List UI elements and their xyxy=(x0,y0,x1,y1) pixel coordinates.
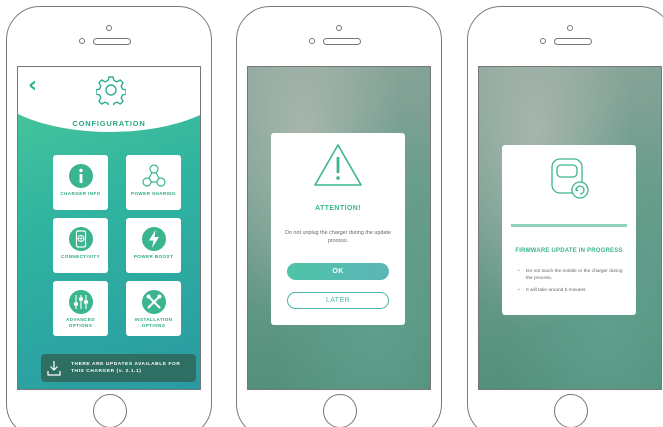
lightning-icon xyxy=(142,227,166,251)
update-banner[interactable]: THERE ARE UPDATES AVAILABLE FOR THIS CHA… xyxy=(41,354,196,382)
page-title: CONFIGURATION xyxy=(72,119,146,128)
tile-installation-options[interactable]: INSTALLATION OPTIONS xyxy=(126,281,181,336)
tile-label: ADVANCED OPTIONS xyxy=(66,317,95,328)
warning-icon xyxy=(314,144,362,186)
tile-label: POWER SHARING xyxy=(130,191,176,196)
chevron-left-icon[interactable]: ‹ xyxy=(28,73,37,98)
bullet-icon: • xyxy=(518,269,520,274)
configuration-screen: ‹ CONFIGURATION CHARGER INFO POWER SHARI… xyxy=(17,66,201,390)
update-banner-text: THERE ARE UPDATES AVAILABLE FOR THIS CHA… xyxy=(71,361,180,375)
phone-firmware: FIRMWARE UPDATE IN PROGRESS • Do not touc… xyxy=(467,6,663,427)
dialog-title: ATTENTION! xyxy=(315,205,361,212)
tile-charger-info[interactable]: CHARGER INFO xyxy=(53,155,108,210)
charger-icon xyxy=(551,158,589,199)
tile-label: POWER BOOST xyxy=(133,254,174,259)
progress-bar xyxy=(511,224,627,227)
phone-attention: ATTENTION! Do not unplug the charger dur… xyxy=(236,6,442,427)
list-item: • It will take around 5 minutes xyxy=(518,287,624,294)
note-text: Do not touch the mobile or the charger d… xyxy=(526,269,623,281)
later-button[interactable]: LATER xyxy=(287,292,389,309)
list-item: • Do not touch the mobile or the charger … xyxy=(518,268,624,282)
power-sharing-icon xyxy=(142,164,166,187)
home-button[interactable] xyxy=(93,394,127,427)
camera-icon xyxy=(567,25,573,31)
camera-icon xyxy=(336,25,342,31)
phone-globe-icon xyxy=(69,227,93,251)
ok-button[interactable]: OK xyxy=(287,263,389,280)
tile-label: INSTALLATION OPTIONS xyxy=(134,317,173,328)
dialog-title: FIRMWARE UPDATE IN PROGRESS xyxy=(515,248,623,254)
update-banner-line1: THERE ARE UPDATES AVAILABLE FOR xyxy=(71,362,181,367)
attention-screen: ATTENTION! Do not unplug the charger dur… xyxy=(247,66,431,390)
home-button[interactable] xyxy=(554,394,588,427)
tile-connectivity[interactable]: CONNECTIVITY xyxy=(53,218,108,273)
progress-fill xyxy=(511,224,627,227)
update-banner-line2: THIS CHARGER (v. 2.1.1) xyxy=(71,369,142,374)
info-icon xyxy=(69,164,93,188)
home-button[interactable] xyxy=(323,394,357,427)
speaker-grille xyxy=(93,38,131,45)
phone-configuration: ‹ CONFIGURATION CHARGER INFO POWER SHARI… xyxy=(6,6,212,427)
sliders-icon xyxy=(69,290,93,314)
camera-icon xyxy=(106,25,112,31)
attention-dialog: ATTENTION! Do not unplug the charger dur… xyxy=(271,133,405,325)
tile-label: CONNECTIVITY xyxy=(61,254,100,259)
front-sensor-icon xyxy=(79,38,85,44)
speaker-grille xyxy=(554,38,592,45)
bullet-icon: • xyxy=(518,288,520,293)
firmware-screen: FIRMWARE UPDATE IN PROGRESS • Do not touc… xyxy=(478,66,662,390)
notes-list: • Do not touch the mobile or the charger … xyxy=(518,268,624,299)
tile-power-sharing[interactable]: POWER SHARING xyxy=(126,155,181,210)
tile-power-boost[interactable]: POWER BOOST xyxy=(126,218,181,273)
speaker-grille xyxy=(323,38,361,45)
front-sensor-icon xyxy=(540,38,546,44)
tools-icon xyxy=(142,290,166,314)
note-text: It will take around 5 minutes xyxy=(526,288,586,293)
stage: ‹ CONFIGURATION CHARGER INFO POWER SHARI… xyxy=(0,0,663,427)
tile-advanced-options[interactable]: ADVANCED OPTIONS xyxy=(53,281,108,336)
download-icon xyxy=(47,361,61,376)
firmware-dialog: FIRMWARE UPDATE IN PROGRESS • Do not touc… xyxy=(502,145,636,315)
front-sensor-icon xyxy=(309,38,315,44)
gear-icon xyxy=(96,76,126,105)
dialog-message: Do not unplug the charger during the upd… xyxy=(285,230,391,244)
tile-label: CHARGER INFO xyxy=(60,191,101,196)
